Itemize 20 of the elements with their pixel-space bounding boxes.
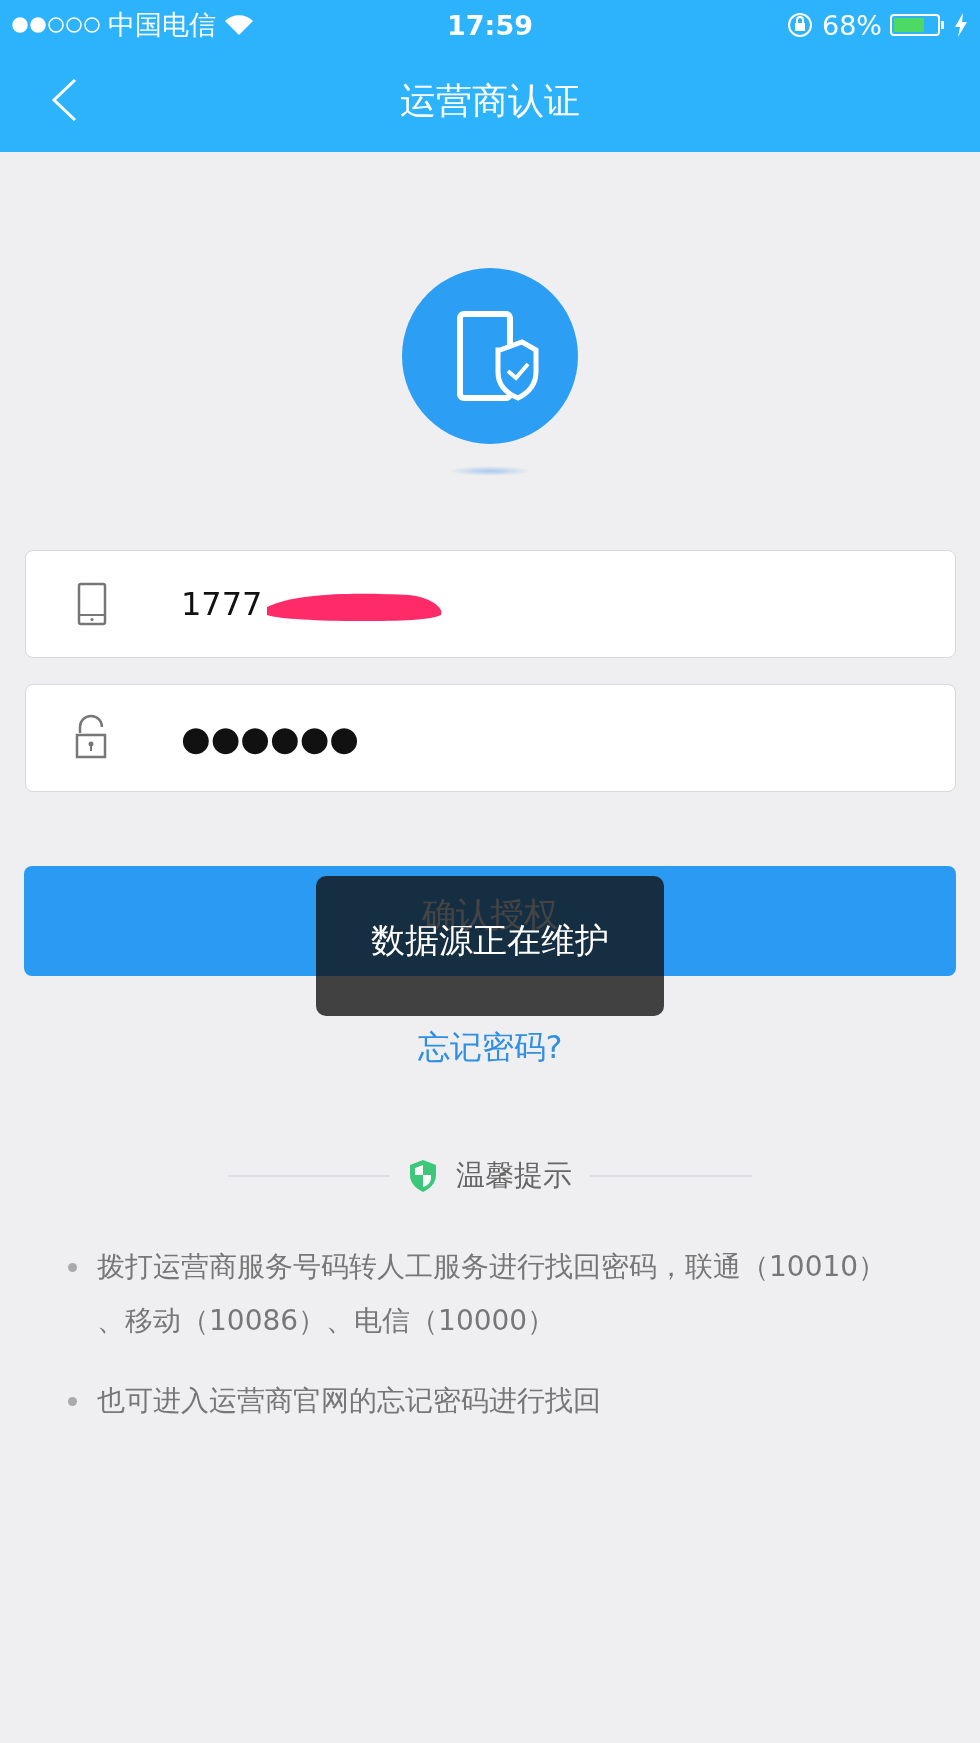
- tip-text: 也可进入运营商官网的忘记密码进行找回: [97, 1383, 601, 1419]
- tip-text: 拨打运营商服务号码转人工服务进行找回密码，联通（10010）、移动（10086）、电信（10000）: [97, 1249, 888, 1339]
- signal-icon: [12, 17, 100, 33]
- charging-icon: [954, 13, 968, 37]
- shield-icon: [408, 1159, 438, 1193]
- wifi-icon: [224, 14, 254, 36]
- phone-value: 1777: [181, 585, 263, 623]
- phone-shield-icon: [402, 268, 578, 444]
- password-value: ●●●●●●: [181, 718, 359, 758]
- bullet-icon: [68, 1397, 77, 1406]
- rotation-lock-icon: [786, 11, 814, 39]
- phone-field[interactable]: 1777: [25, 550, 956, 658]
- battery-icon: [890, 13, 946, 37]
- tips-title: 温馨提示: [456, 1157, 572, 1194]
- bullet-icon: [68, 1263, 77, 1272]
- battery-percent: 68%: [822, 9, 882, 41]
- page-title: 运营商认证: [400, 78, 580, 123]
- clock: 17:59: [447, 9, 533, 41]
- carrier-name: 中国电信: [108, 8, 216, 42]
- password-field[interactable]: ●●●●●●: [25, 684, 956, 792]
